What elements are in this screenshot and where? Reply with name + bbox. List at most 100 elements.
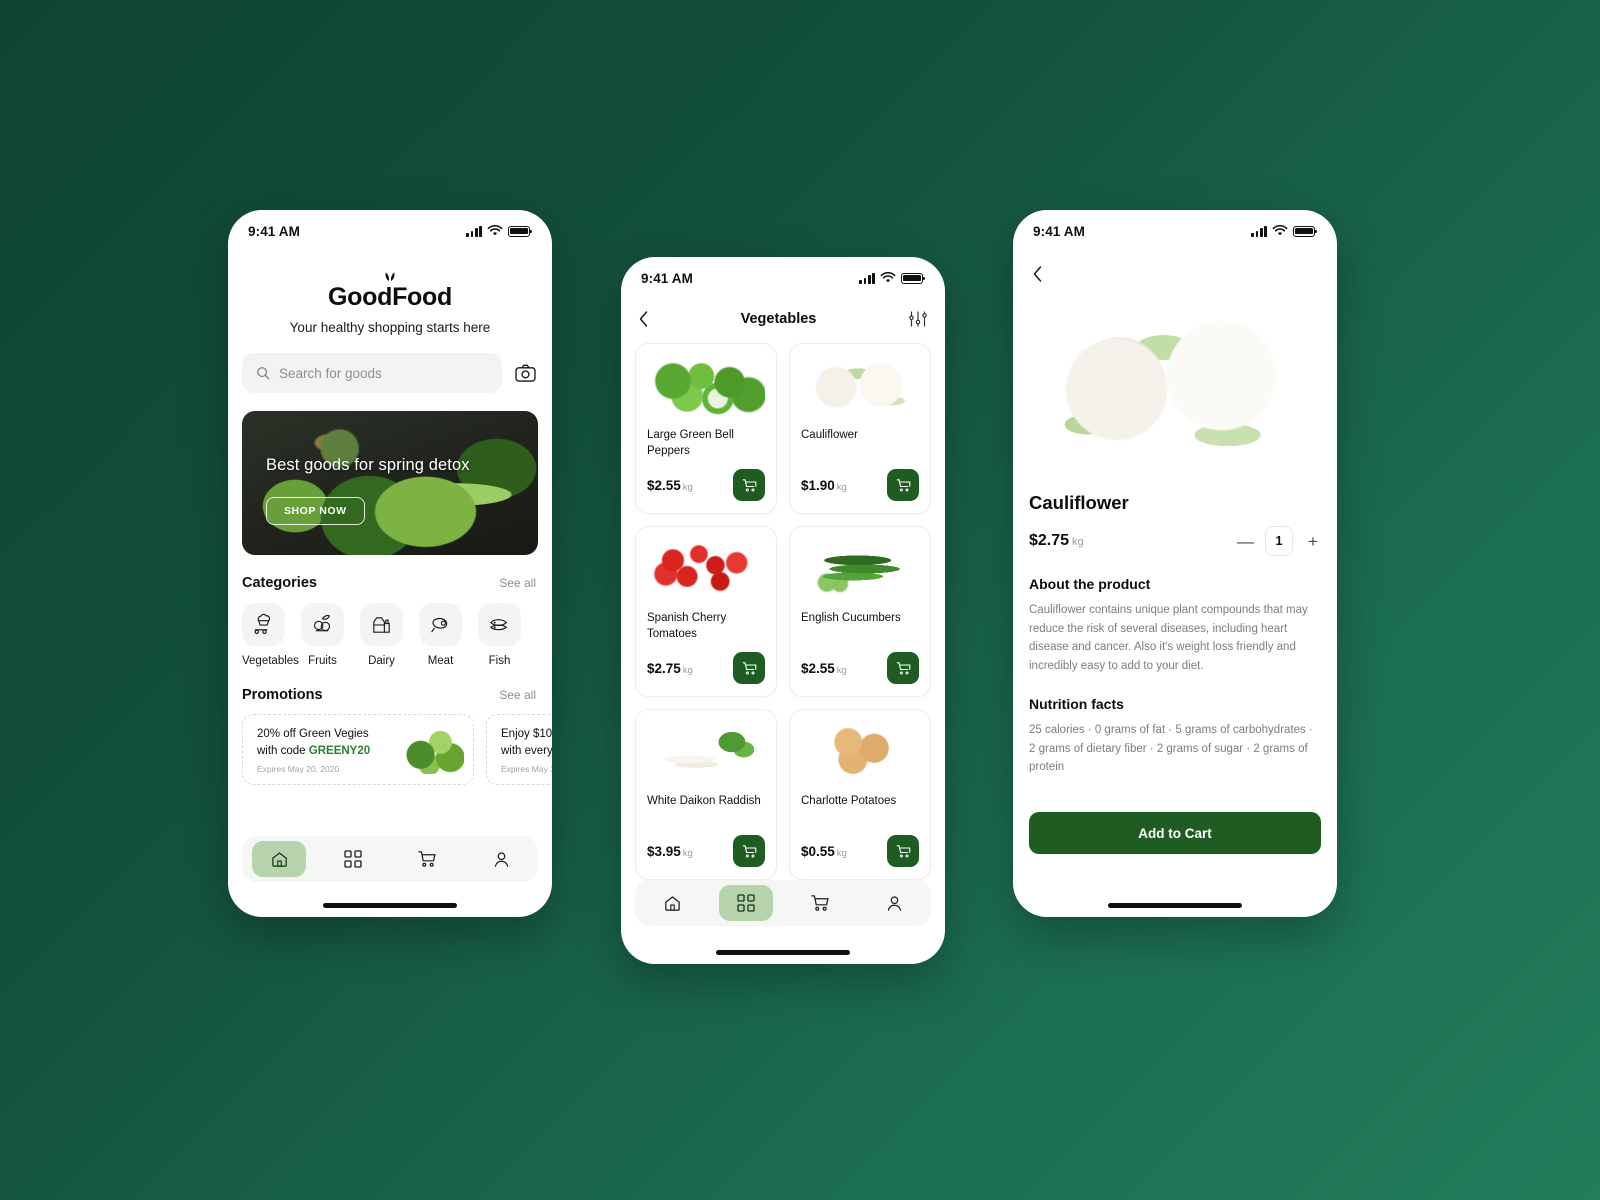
home-indicator [323, 903, 457, 908]
add-to-cart-button[interactable] [733, 835, 765, 867]
promo-line2: with every [501, 744, 552, 757]
tab-pill [474, 841, 528, 877]
promotions-header: Promotions See all [228, 667, 552, 703]
price-unit: kg [836, 664, 847, 676]
cart-icon [811, 895, 829, 911]
product-image [801, 538, 919, 600]
price-value: $0.55 [801, 843, 835, 859]
promo-banner[interactable]: Best goods for spring detox SHOP NOW [242, 411, 538, 555]
search-row: Search for goods [228, 335, 552, 393]
price-value: $1.90 [801, 477, 835, 493]
quantity-value[interactable]: 1 [1265, 526, 1293, 556]
tab-pill [400, 841, 454, 877]
nutrition-body: 25 calories · 0 grams of fat · 5 grams o… [1029, 723, 1313, 774]
promotions-list: 20% off Green Vegies with code GREENY20 … [228, 703, 552, 785]
tab-profile[interactable] [464, 836, 538, 882]
category-fruits[interactable]: Fruits [301, 603, 344, 667]
wifi-icon [487, 225, 503, 236]
status-bar: 9:41 AM [1013, 210, 1337, 252]
category-fish[interactable]: Fish [478, 603, 521, 667]
grid-icon [737, 894, 755, 912]
battery-full-icon [508, 225, 533, 237]
meat-cut-icon [419, 603, 462, 646]
category-label: Vegetables [242, 655, 299, 667]
search-icon [257, 367, 270, 380]
tab-pill [867, 885, 921, 921]
home-indicator [1108, 903, 1242, 908]
promotion-card[interactable]: Enjoy $10 with every Expires May 30 [486, 714, 552, 785]
add-to-cart-button[interactable] [887, 652, 919, 684]
cellular-bars-icon [859, 272, 875, 284]
product-card[interactable]: White Daikon Raddish $3.95 kg [635, 709, 777, 880]
canvas: 9:41 AM GoodFood Your healthy shopping s [0, 0, 1600, 1200]
add-to-cart-button[interactable] [887, 835, 919, 867]
product-card[interactable]: Spanish Cherry Tomatoes $2.75 kg [635, 526, 777, 697]
product-image [647, 721, 765, 783]
camera-icon[interactable] [512, 360, 538, 386]
category-meat[interactable]: Meat [419, 603, 462, 667]
product-card[interactable]: Large Green Bell Peppers $2.55 kg [635, 343, 777, 514]
home-indicator [716, 950, 850, 955]
product-card[interactable]: Charlotte Potatoes $0.55 kg [789, 709, 931, 880]
product-hero-image [1029, 295, 1321, 470]
categories-see-all[interactable]: See all [499, 576, 536, 590]
product-card[interactable]: Cauliflower $1.90 kg [789, 343, 931, 514]
milk-carton-icon [360, 603, 403, 646]
wifi-icon [1272, 225, 1288, 236]
tab-home[interactable] [242, 836, 316, 882]
promotion-card[interactable]: 20% off Green Vegies with code GREENY20 … [242, 714, 474, 785]
price-unit: kg [1072, 536, 1084, 548]
banner-title: Best goods for spring detox [266, 456, 470, 474]
product-name: Spanish Cherry Tomatoes [647, 612, 727, 641]
add-to-cart-button[interactable] [887, 469, 919, 501]
search-input[interactable]: Search for goods [242, 353, 502, 393]
wifi-icon [880, 272, 896, 283]
person-icon [494, 851, 508, 867]
tab-cart[interactable] [390, 836, 464, 882]
back-button[interactable] [1013, 252, 1337, 287]
cart-add-icon [742, 661, 756, 674]
chevron-left-icon [1033, 266, 1042, 282]
about-body: Cauliflower contains unique plant compou… [1029, 604, 1308, 673]
product-name: Charlotte Potatoes [801, 795, 897, 807]
category-vegetables[interactable]: Vegetables [242, 603, 299, 667]
grid-icon [344, 850, 362, 868]
product-name: Large Green Bell Peppers [647, 429, 734, 458]
filter-sliders-icon[interactable] [909, 311, 927, 327]
status-time: 9:41 AM [1033, 223, 1085, 239]
cellular-bars-icon [1251, 225, 1267, 237]
add-to-cart-button[interactable] [733, 652, 765, 684]
tab-cart[interactable] [783, 880, 857, 926]
shop-now-button[interactable]: SHOP NOW [266, 497, 365, 525]
categories-title: Categories [242, 575, 317, 591]
fish-icon [478, 603, 521, 646]
add-to-cart-button[interactable] [733, 469, 765, 501]
leaf-sprout-icon [228, 266, 552, 282]
price-value: $2.75 [1029, 532, 1070, 549]
category-dairy[interactable]: Dairy [360, 603, 403, 667]
increase-quantity-button[interactable]: + [1305, 533, 1321, 550]
product-price: $2.75 kg [647, 661, 693, 676]
tab-catalog[interactable] [316, 836, 390, 882]
cart-add-icon [896, 478, 910, 491]
price-and-quantity-row: $2.75 kg — 1 + [1013, 514, 1337, 556]
promotions-see-all[interactable]: See all [499, 688, 536, 702]
category-label: Fruits [308, 655, 337, 667]
fruit-basket-icon [301, 603, 344, 646]
tab-profile[interactable] [857, 880, 931, 926]
product-image [647, 355, 765, 417]
about-heading: About the product [1029, 576, 1151, 592]
product-card[interactable]: English Cucumbers $2.55 kg [789, 526, 931, 697]
categories-list: Vegetables Fruits Dairy Meat Fish [228, 591, 552, 667]
chevron-left-icon[interactable] [639, 311, 648, 327]
tab-catalog[interactable] [709, 880, 783, 926]
product-name: English Cucumbers [801, 612, 901, 624]
price-unit: kg [682, 481, 693, 493]
home-icon [271, 851, 287, 867]
decrease-quantity-button[interactable]: — [1237, 533, 1254, 550]
battery-full-icon [1293, 225, 1318, 237]
cart-icon [418, 851, 436, 867]
add-to-cart-button[interactable]: Add to Cart [1029, 812, 1321, 854]
price-value: $2.55 [647, 477, 681, 493]
tab-home[interactable] [635, 880, 709, 926]
